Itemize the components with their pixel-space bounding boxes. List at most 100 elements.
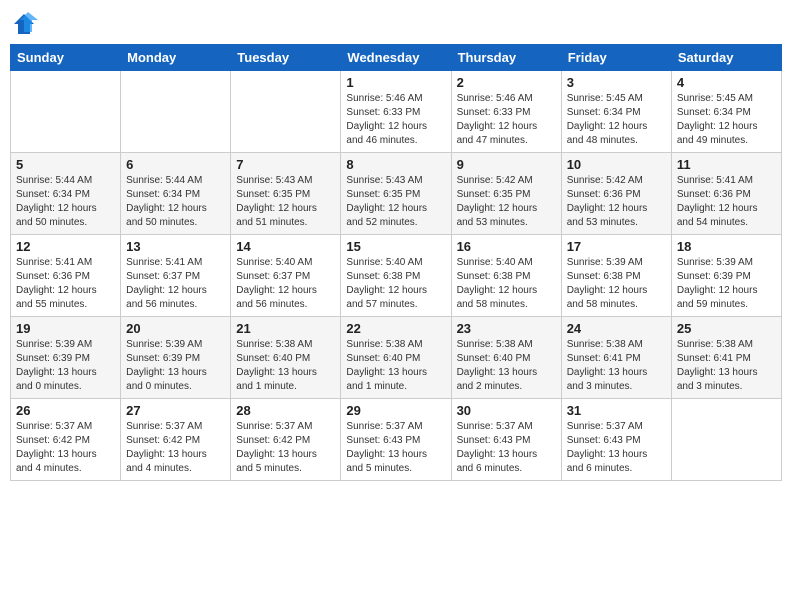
calendar-cell: 4Sunrise: 5:45 AM Sunset: 6:34 PM Daylig… (671, 71, 781, 153)
day-info: Sunrise: 5:44 AM Sunset: 6:34 PM Dayligh… (126, 174, 225, 230)
calendar-cell: 3 Sunrise: 5:45 AM Sunset: 6:34 PM Daylig… (561, 71, 671, 153)
logo-icon (10, 10, 38, 38)
calendar-cell: 13 Sunrise: 5:41 AM Sunset: 6:37 PM Dayli… (121, 235, 231, 317)
day-number: 13 (126, 239, 225, 254)
day-info: Sunrise: 5:38 AM Sunset: 6:41 PM Dayligh… (567, 338, 666, 394)
day-number: 19 (16, 321, 115, 336)
day-info: Sunrise: 5:40 AM Sunset: 6:38 PM Dayligh… (346, 256, 445, 312)
calendar-cell: 21 Sunrise: 5:38 AM Sunset: 6:40 PM Dayli… (231, 317, 341, 399)
calendar-cell: 30 Sunrise: 5:37 AM Sunset: 6:43 PM Dayli… (451, 399, 561, 481)
day-number: 2 (457, 75, 556, 90)
day-info: Sunrise: 5:41 AM Sunset: 6:37 PM Dayligh… (126, 256, 225, 312)
header-saturday: Saturday (671, 45, 781, 71)
day-number: 9 (457, 157, 556, 172)
day-number: 30 (457, 403, 556, 418)
day-number: 18 (677, 239, 776, 254)
day-number: 11 (677, 157, 776, 172)
day-number: 24 (567, 321, 666, 336)
day-number: 6 (126, 157, 225, 172)
day-number: 3 (567, 75, 666, 90)
day-number: 8 (346, 157, 445, 172)
day-number: 5 (16, 157, 115, 172)
calendar-cell: 8Sunrise: 5:43 AM Sunset: 6:35 PM Daylig… (341, 153, 451, 235)
day-number: 20 (126, 321, 225, 336)
calendar-cell: 17 Sunrise: 5:39 AM Sunset: 6:38 PM Dayli… (561, 235, 671, 317)
day-info: Sunrise: 5:37 AM Sunset: 6:43 PM Dayligh… (457, 420, 556, 476)
day-info: Sunrise: 5:42 AM Sunset: 6:35 PM Dayligh… (457, 174, 556, 230)
day-info: Sunrise: 5:37 AM Sunset: 6:43 PM Dayligh… (346, 420, 445, 476)
calendar-cell: 27 Sunrise: 5:37 AM Sunset: 6:42 PM Dayli… (121, 399, 231, 481)
day-number: 22 (346, 321, 445, 336)
day-number: 12 (16, 239, 115, 254)
calendar-cell: 22 Sunrise: 5:38 AM Sunset: 6:40 PM Dayli… (341, 317, 451, 399)
calendar-week-5: 26 Sunrise: 5:37 AM Sunset: 6:42 PM Dayli… (11, 399, 782, 481)
day-number: 25 (677, 321, 776, 336)
day-number: 1 (346, 75, 445, 90)
calendar-cell: 1 Sunrise: 5:46 AM Sunset: 6:33 PM Daylig… (341, 71, 451, 153)
day-info: Sunrise: 5:38 AM Sunset: 6:40 PM Dayligh… (236, 338, 335, 394)
day-info: Sunrise: 5:37 AM Sunset: 6:42 PM Dayligh… (126, 420, 225, 476)
calendar-cell: 6 Sunrise: 5:44 AM Sunset: 6:34 PM Daylig… (121, 153, 231, 235)
calendar-week-4: 19 Sunrise: 5:39 AM Sunset: 6:39 PM Dayli… (11, 317, 782, 399)
day-info: Sunrise: 5:39 AM Sunset: 6:38 PM Dayligh… (567, 256, 666, 312)
day-info: Sunrise: 5:45 AM Sunset: 6:34 PM Dayligh… (567, 92, 666, 148)
calendar-cell: 29 Sunrise: 5:37 AM Sunset: 6:43 PM Dayli… (341, 399, 451, 481)
calendar-cell (11, 71, 121, 153)
day-number: 4 (677, 75, 776, 90)
calendar-cell: 14 Sunrise: 5:40 AM Sunset: 6:37 PM Dayli… (231, 235, 341, 317)
calendar-week-3: 12 Sunrise: 5:41 AM Sunset: 6:36 PM Dayli… (11, 235, 782, 317)
calendar-cell: 31 Sunrise: 5:37 AM Sunset: 6:43 PM Dayli… (561, 399, 671, 481)
day-number: 14 (236, 239, 335, 254)
day-number: 17 (567, 239, 666, 254)
header-monday: Monday (121, 45, 231, 71)
day-number: 27 (126, 403, 225, 418)
day-info: Sunrise: 5:40 AM Sunset: 6:38 PM Dayligh… (457, 256, 556, 312)
day-info: Sunrise: 5:39 AM Sunset: 6:39 PM Dayligh… (677, 256, 776, 312)
calendar-cell: 20Sunrise: 5:39 AM Sunset: 6:39 PM Dayli… (121, 317, 231, 399)
day-info: Sunrise: 5:41 AM Sunset: 6:36 PM Dayligh… (16, 256, 115, 312)
day-number: 16 (457, 239, 556, 254)
calendar-cell: 5 Sunrise: 5:44 AM Sunset: 6:34 PM Daylig… (11, 153, 121, 235)
day-number: 31 (567, 403, 666, 418)
calendar-cell: 9 Sunrise: 5:42 AM Sunset: 6:35 PM Daylig… (451, 153, 561, 235)
calendar-cell: 15 Sunrise: 5:40 AM Sunset: 6:38 PM Dayli… (341, 235, 451, 317)
day-number: 26 (16, 403, 115, 418)
header-tuesday: Tuesday (231, 45, 341, 71)
calendar-cell (671, 399, 781, 481)
calendar-cell: 26 Sunrise: 5:37 AM Sunset: 6:42 PM Dayli… (11, 399, 121, 481)
day-number: 29 (346, 403, 445, 418)
day-number: 21 (236, 321, 335, 336)
day-info: Sunrise: 5:46 AM Sunset: 6:33 PM Dayligh… (346, 92, 445, 148)
calendar-cell: 19 Sunrise: 5:39 AM Sunset: 6:39 PM Dayli… (11, 317, 121, 399)
day-info: Sunrise: 5:37 AM Sunset: 6:43 PM Dayligh… (567, 420, 666, 476)
day-number: 23 (457, 321, 556, 336)
calendar-cell: 25 Sunrise: 5:38 AM Sunset: 6:41 PM Dayli… (671, 317, 781, 399)
calendar-table: SundayMondayTuesdayWednesdayThursdayFrid… (10, 44, 782, 481)
day-info: Sunrise: 5:37 AM Sunset: 6:42 PM Dayligh… (16, 420, 115, 476)
logo (10, 10, 42, 38)
day-info: Sunrise: 5:38 AM Sunset: 6:40 PM Dayligh… (346, 338, 445, 394)
day-number: 7 (236, 157, 335, 172)
day-number: 15 (346, 239, 445, 254)
calendar-cell (121, 71, 231, 153)
day-info: Sunrise: 5:41 AM Sunset: 6:36 PM Dayligh… (677, 174, 776, 230)
header-friday: Friday (561, 45, 671, 71)
day-info: Sunrise: 5:44 AM Sunset: 6:34 PM Dayligh… (16, 174, 115, 230)
day-info: Sunrise: 5:42 AM Sunset: 6:36 PM Dayligh… (567, 174, 666, 230)
calendar-cell (231, 71, 341, 153)
header-wednesday: Wednesday (341, 45, 451, 71)
calendar-week-1: 1 Sunrise: 5:46 AM Sunset: 6:33 PM Daylig… (11, 71, 782, 153)
calendar-cell: 12 Sunrise: 5:41 AM Sunset: 6:36 PM Dayli… (11, 235, 121, 317)
calendar-cell: 7Sunrise: 5:43 AM Sunset: 6:35 PM Daylig… (231, 153, 341, 235)
day-info: Sunrise: 5:38 AM Sunset: 6:41 PM Dayligh… (677, 338, 776, 394)
day-info: Sunrise: 5:46 AM Sunset: 6:33 PM Dayligh… (457, 92, 556, 148)
day-info: Sunrise: 5:40 AM Sunset: 6:37 PM Dayligh… (236, 256, 335, 312)
calendar-cell: 16 Sunrise: 5:40 AM Sunset: 6:38 PM Dayli… (451, 235, 561, 317)
day-info: Sunrise: 5:39 AM Sunset: 6:39 PM Dayligh… (16, 338, 115, 394)
header-sunday: Sunday (11, 45, 121, 71)
day-number: 28 (236, 403, 335, 418)
calendar-cell: 28Sunrise: 5:37 AM Sunset: 6:42 PM Dayli… (231, 399, 341, 481)
day-number: 10 (567, 157, 666, 172)
header-thursday: Thursday (451, 45, 561, 71)
calendar-cell: 23Sunrise: 5:38 AM Sunset: 6:40 PM Dayli… (451, 317, 561, 399)
